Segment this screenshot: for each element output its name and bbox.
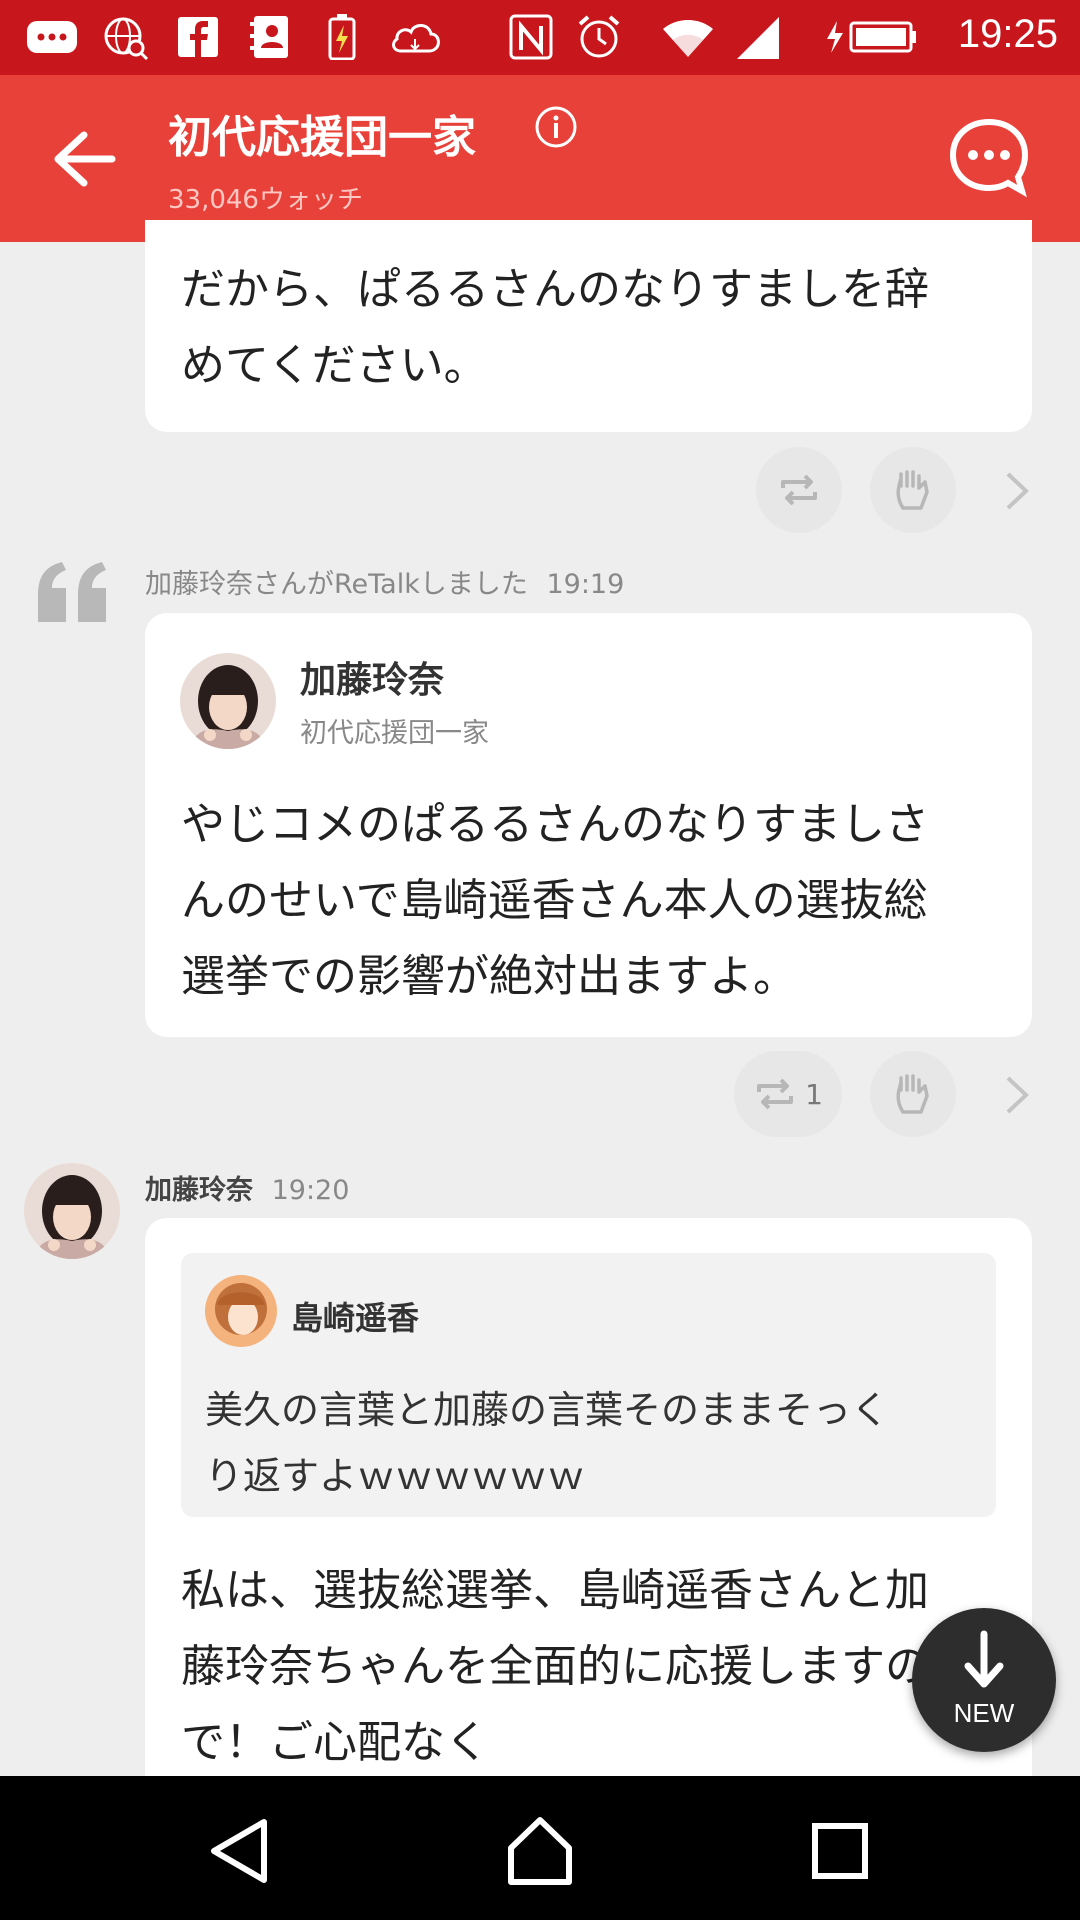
watch-count: 33,046ウォッチ [168,185,363,215]
message-text-line: 藤玲奈ちゃんを全面的に応援しますの [181,1641,929,1692]
message-text-line: んのせいで島崎遥香さん本人の選抜総 [181,875,928,926]
retalk-button[interactable] [756,447,842,533]
nfc-icon [508,14,554,60]
chevron-right-icon[interactable] [1000,1070,1036,1120]
new-messages-button[interactable]: NEW [912,1608,1056,1752]
wifi-icon [660,14,716,60]
avatar[interactable] [205,1275,277,1347]
app-header: 初代応援団一家 33,046ウォッチ [0,75,1080,242]
facebook-icon [176,14,220,60]
message-card: だから、ぱるるさんのなりすましを辞 めてください。 [145,220,1032,432]
message-icon [24,14,80,60]
quote-icon [34,560,114,626]
retalk-notice: 加藤玲奈さんがReTalkしました [145,569,528,600]
arrow-down-icon [964,1630,1004,1688]
author-name[interactable]: 加藤玲奈 [145,1175,253,1206]
message-time: 19:20 [271,1175,350,1206]
chat-bubble-icon[interactable] [948,117,1030,199]
home-icon[interactable] [495,1806,585,1896]
message-text-line: 私は、選抜総選挙、島崎遥香さんと加 [181,1565,929,1616]
alarm-icon [576,14,622,60]
message-card: 島崎遥香 美久の言葉と加藤の言葉そのままそっく り返すよｗｗｗｗｗｗ 私は、選抜… [145,1218,1032,1818]
author-group: 初代応援団一家 [300,718,489,749]
author-name[interactable]: 加藤玲奈 [300,651,444,703]
retalk-card[interactable]: 加藤玲奈 初代応援団一家 やじコメのぱるるさんのなりすましさ んのせいで島崎遥香… [145,613,1032,1037]
info-icon[interactable] [534,105,578,149]
new-label: NEW [953,1698,1015,1728]
like-hand-button[interactable] [870,1051,956,1137]
quoted-message[interactable]: 島崎遥香 美久の言葉と加藤の言葉そのままそっく り返すよｗｗｗｗｗｗ [181,1253,996,1517]
message-text-line: で！ご心配なく [181,1717,489,1768]
back-arrow-icon[interactable] [50,127,120,191]
quoted-text-line: 美久の言葉と加藤の言葉そのままそっく [205,1388,890,1432]
message-text-line: めてください。 [181,340,488,391]
back-icon[interactable] [196,1806,286,1896]
battery-icon [822,14,920,60]
signal-icon [734,14,782,60]
message-time: 19:19 [546,569,625,600]
message-text-line: やじコメのぱるるさんのなりすましさ [181,799,929,850]
quoted-author: 島崎遥香 [291,1299,420,1337]
like-hand-button[interactable] [870,447,956,533]
quoted-text-line: り返すよｗｗｗｗｗｗ [205,1454,586,1498]
chevron-right-icon[interactable] [1000,466,1036,516]
retalk-button[interactable]: 1 [734,1051,842,1137]
cloud-icon [388,14,444,60]
retalk-count: 1 [805,1077,823,1111]
contacts-icon [248,14,292,60]
message-text-line: 選挙での影響が絶対出ますよ。 [181,951,797,1002]
avatar[interactable] [24,1163,120,1259]
system-nav-bar [0,1776,1080,1920]
avatar[interactable] [180,653,276,749]
recents-icon[interactable] [795,1806,885,1896]
clock-time: 19:25 [957,12,1058,56]
globe-search-icon [100,14,150,60]
message-text-line: だから、ぱるるさんのなりすましを辞 [181,264,929,315]
battery-charging-icon [324,14,360,60]
group-title: 初代応援団一家 [168,112,476,163]
status-bar: 19:25 [0,0,1080,75]
